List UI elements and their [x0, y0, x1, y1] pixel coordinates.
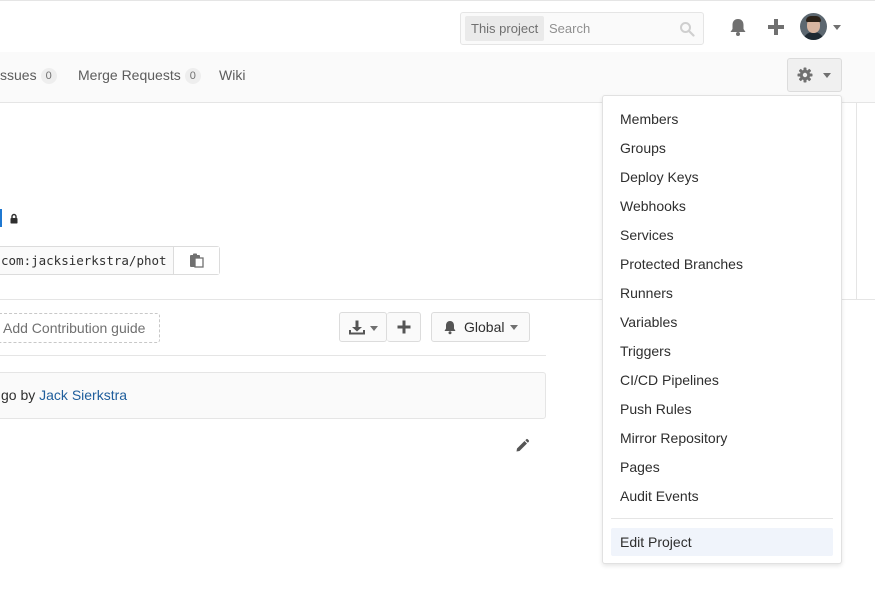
- bell-icon: [444, 321, 456, 335]
- tab-issues-label: ssues: [0, 67, 37, 83]
- menu-item-deploy-keys[interactable]: Deploy Keys: [611, 163, 833, 191]
- gear-icon: [797, 67, 813, 83]
- issues-count-badge: 0: [40, 68, 57, 84]
- settings-gear-button[interactable]: [787, 58, 842, 92]
- notification-level-label: Global: [464, 319, 505, 335]
- menu-item-runners[interactable]: Runners: [611, 279, 833, 307]
- menu-item-groups[interactable]: Groups: [611, 134, 833, 162]
- plus-icon[interactable]: [765, 16, 787, 38]
- search-icon: [680, 22, 695, 37]
- search-box[interactable]: This project Search: [460, 12, 704, 45]
- chevron-down-icon: [370, 326, 378, 331]
- divider: [856, 103, 857, 299]
- commit-time-fragment: go by: [1, 387, 40, 403]
- menu-item-pages[interactable]: Pages: [611, 453, 833, 481]
- menu-item-services[interactable]: Services: [611, 221, 833, 249]
- merge-requests-count-badge: 0: [184, 68, 201, 84]
- tab-issues[interactable]: ssues 0: [0, 52, 57, 98]
- last-commit-box: go by Jack Sierkstra: [0, 372, 546, 419]
- last-commit-text: go by Jack Sierkstra: [1, 373, 127, 418]
- plus-icon: [397, 320, 411, 334]
- tab-wiki[interactable]: Wiki: [219, 52, 245, 98]
- lock-icon: [10, 213, 18, 224]
- menu-item-push-rules[interactable]: Push Rules: [611, 395, 833, 423]
- bell-icon[interactable]: [727, 16, 749, 38]
- menu-item-protected-branches[interactable]: Protected Branches: [611, 250, 833, 278]
- tab-merge-requests[interactable]: Merge Requests 0: [78, 52, 201, 98]
- download-icon: [349, 320, 365, 335]
- copy-url-button[interactable]: [173, 247, 219, 274]
- clone-url-field[interactable]: com:jacksierkstra/phot: [0, 246, 220, 275]
- top-navbar: This project Search: [0, 0, 875, 52]
- tab-merge-requests-label: Merge Requests: [78, 67, 181, 83]
- search-input[interactable]: Search: [549, 13, 590, 44]
- menu-item-audit-events[interactable]: Audit Events: [611, 482, 833, 510]
- menu-item-triggers[interactable]: Triggers: [611, 337, 833, 365]
- menu-item-members[interactable]: Members: [611, 105, 833, 133]
- clone-url-text[interactable]: com:jacksierkstra/phot: [1, 247, 167, 274]
- pencil-icon[interactable]: [515, 438, 530, 453]
- user-avatar[interactable]: [800, 13, 827, 40]
- menu-divider: [611, 518, 833, 519]
- notification-level-button[interactable]: Global: [431, 312, 530, 342]
- menu-item-mirror-repository[interactable]: Mirror Repository: [611, 424, 833, 452]
- add-contribution-guide-button[interactable]: Add Contribution guide: [0, 313, 160, 343]
- clipboard-icon: [190, 253, 204, 268]
- chevron-down-icon: [823, 73, 831, 78]
- commit-author-link[interactable]: Jack Sierkstra: [39, 387, 127, 403]
- search-scope-badge[interactable]: This project: [465, 16, 545, 41]
- menu-item-webhooks[interactable]: Webhooks: [611, 192, 833, 220]
- chevron-down-icon: [510, 325, 518, 330]
- chevron-down-icon[interactable]: [833, 25, 841, 30]
- menu-item-variables[interactable]: Variables: [611, 308, 833, 336]
- add-new-button[interactable]: [387, 312, 421, 342]
- settings-dropdown-menu: Members Groups Deploy Keys Webhooks Serv…: [602, 95, 842, 564]
- project-title-fragment: [0, 209, 2, 227]
- menu-item-ci-cd-pipelines[interactable]: CI/CD Pipelines: [611, 366, 833, 394]
- menu-item-edit-project[interactable]: Edit Project: [611, 528, 833, 556]
- download-dropdown-button[interactable]: [339, 312, 387, 342]
- divider: [0, 355, 546, 356]
- tab-wiki-label: Wiki: [219, 67, 246, 83]
